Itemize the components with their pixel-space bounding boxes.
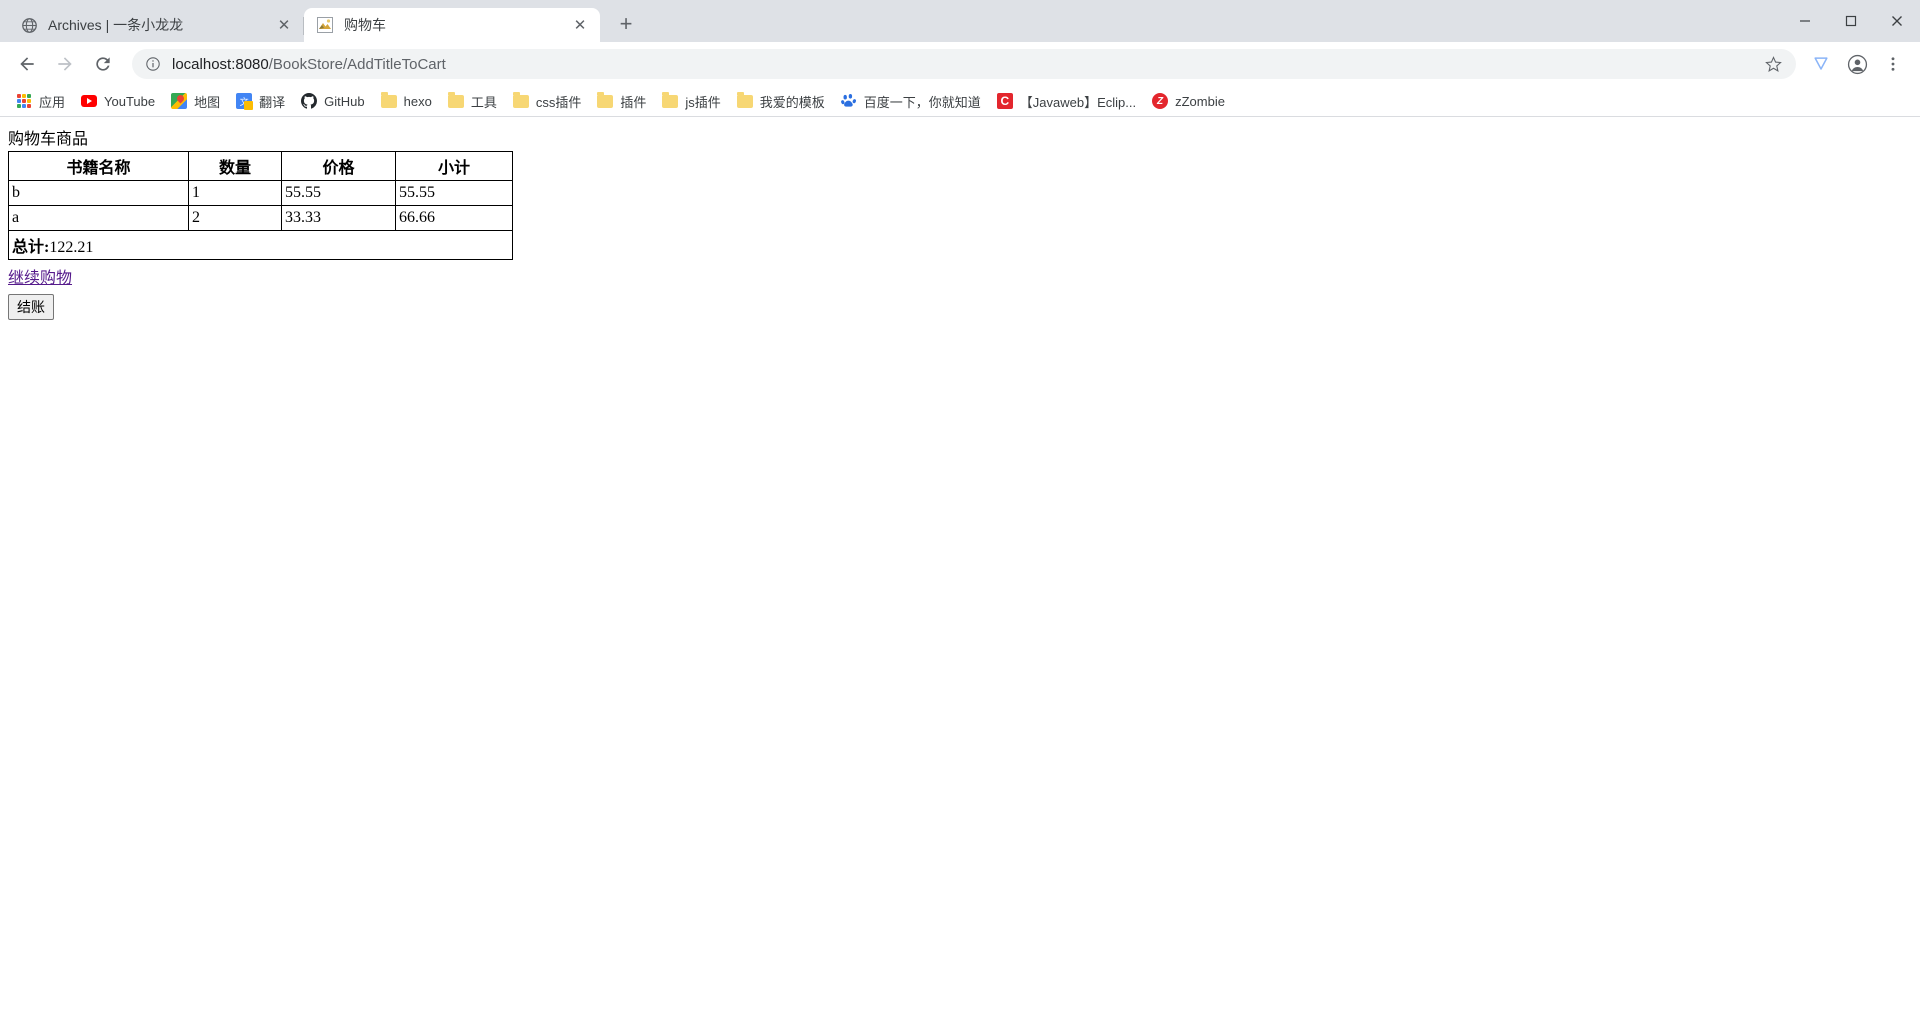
bookmark-label: css插件 bbox=[535, 94, 582, 110]
cart-page: 购物车商品 书籍名称 数量 价格 小计 b 1 55.55 55.55 a 2 … bbox=[0, 117, 1920, 328]
bookmark-css-plugins[interactable]: css插件 bbox=[505, 89, 590, 114]
bookmark-youtube[interactable]: YouTube bbox=[73, 90, 163, 112]
bookmark-label: 【Javaweb】Eclip... bbox=[1019, 94, 1137, 110]
bookmark-label: 我爱的模板 bbox=[759, 94, 825, 110]
bookmark-translate[interactable]: 文 翻译 bbox=[228, 89, 293, 114]
tab-archives[interactable]: Archives | 一条小龙龙 ✕ bbox=[8, 8, 304, 42]
bookmark-label: 应用 bbox=[39, 94, 66, 110]
bookmark-label: 插件 bbox=[620, 94, 647, 110]
page-title: 购物车商品 bbox=[8, 131, 89, 148]
tab-strip: Archives | 一条小龙龙 ✕ 购物车 ✕ + bbox=[0, 0, 1920, 42]
csdn-icon: C bbox=[996, 93, 1013, 109]
checkout-row: 结账 bbox=[8, 294, 1912, 320]
bookmark-label: js插件 bbox=[685, 94, 721, 110]
page-icon bbox=[316, 16, 334, 34]
column-header-subtotal: 小计 bbox=[395, 151, 513, 181]
url-path: /BookStore/AddTitleToCart bbox=[268, 55, 446, 73]
tab-title: Archives | 一条小龙龙 bbox=[48, 17, 184, 33]
back-button[interactable] bbox=[10, 47, 44, 81]
column-header-quantity: 数量 bbox=[188, 151, 282, 181]
table-row: a 2 33.33 66.66 bbox=[8, 205, 513, 231]
cell-quantity: 2 bbox=[188, 205, 282, 231]
browser-menu-icon[interactable] bbox=[1876, 47, 1910, 81]
cell-price: 55.55 bbox=[281, 180, 396, 206]
bookmark-label: YouTube bbox=[104, 93, 156, 109]
bookmark-hexo[interactable]: hexo bbox=[373, 90, 440, 112]
forward-button[interactable] bbox=[48, 47, 82, 81]
bookmark-baidu[interactable]: 百度一下，你就知道 bbox=[833, 89, 989, 114]
folder-icon bbox=[512, 91, 529, 109]
maximize-button[interactable] bbox=[1828, 0, 1874, 42]
folder-icon bbox=[447, 91, 464, 109]
page-viewport: 购物车商品 书籍名称 数量 价格 小计 b 1 55.55 55.55 a 2 … bbox=[0, 117, 1920, 1024]
bookmark-zzombie[interactable]: Z zZombie bbox=[1144, 90, 1233, 112]
window-controls bbox=[1782, 0, 1920, 42]
minimize-button[interactable] bbox=[1782, 0, 1828, 42]
new-tab-button[interactable]: + bbox=[610, 8, 642, 40]
table-row: b 1 55.55 55.55 bbox=[8, 180, 513, 206]
browser-toolbar: localhost:8080/BookStore/AddTitleToCart bbox=[0, 42, 1920, 86]
folder-icon bbox=[662, 91, 679, 109]
column-header-price: 价格 bbox=[281, 151, 396, 181]
close-icon[interactable]: ✕ bbox=[570, 15, 590, 35]
tab-shopping-cart[interactable]: 购物车 ✕ bbox=[304, 8, 600, 42]
cell-book-name: a bbox=[8, 205, 189, 231]
bookmark-label: 百度一下，你就知道 bbox=[863, 94, 981, 110]
baidu-icon bbox=[840, 93, 857, 109]
site-info-icon[interactable] bbox=[144, 55, 162, 73]
table-total-row: 总计:122.21 bbox=[8, 230, 513, 260]
folder-icon bbox=[597, 91, 614, 109]
bookmark-label: hexo bbox=[403, 93, 432, 109]
apps-grid-icon bbox=[16, 93, 32, 109]
total-label: 总计: bbox=[12, 239, 50, 256]
folder-icon bbox=[380, 91, 397, 109]
github-icon bbox=[301, 93, 318, 109]
profile-avatar-icon[interactable] bbox=[1840, 47, 1874, 81]
url-host: localhost:8080 bbox=[172, 55, 269, 73]
browser-window: Archives | 一条小龙龙 ✕ 购物车 ✕ + localhost:808… bbox=[0, 0, 1920, 1024]
close-window-button[interactable] bbox=[1874, 0, 1920, 42]
close-icon[interactable]: ✕ bbox=[274, 15, 294, 35]
cart-total: 总计:122.21 bbox=[8, 230, 513, 260]
cart-table: 书籍名称 数量 价格 小计 b 1 55.55 55.55 a 2 33.33 … bbox=[8, 151, 513, 260]
bookmark-my-templates[interactable]: 我爱的模板 bbox=[729, 89, 833, 114]
cell-quantity: 1 bbox=[188, 180, 282, 206]
table-header-row: 书籍名称 数量 价格 小计 bbox=[8, 151, 513, 181]
globe-icon bbox=[20, 16, 38, 34]
bookmark-javaweb-eclipse[interactable]: C 【Javaweb】Eclip... bbox=[989, 89, 1144, 114]
tab-title: 购物车 bbox=[344, 17, 386, 33]
column-header-name: 书籍名称 bbox=[8, 151, 189, 181]
zzombie-icon: Z bbox=[1152, 93, 1169, 109]
total-value: 122.21 bbox=[49, 239, 94, 256]
cell-subtotal: 66.66 bbox=[395, 205, 513, 231]
extension-icon[interactable] bbox=[1804, 47, 1838, 81]
reload-button[interactable] bbox=[86, 47, 120, 81]
bookmark-label: GitHub bbox=[324, 93, 365, 109]
bookmark-label: 地图 bbox=[194, 94, 221, 110]
url-text: localhost:8080/BookStore/AddTitleToCart bbox=[172, 56, 1762, 73]
bookmark-github[interactable]: GitHub bbox=[293, 90, 372, 112]
cell-subtotal: 55.55 bbox=[395, 180, 513, 206]
bookmark-tools[interactable]: 工具 bbox=[440, 89, 505, 114]
bookmarks-bar: 应用 YouTube 地图 文 翻译 GitHub hexo 工具 css插件 … bbox=[0, 86, 1920, 117]
cell-price: 33.33 bbox=[281, 205, 396, 231]
bookmark-apps[interactable]: 应用 bbox=[8, 89, 73, 114]
bookmark-js-plugins[interactable]: js插件 bbox=[654, 89, 728, 114]
bookmark-maps[interactable]: 地图 bbox=[163, 89, 228, 114]
continue-shopping-row: 继续购物 bbox=[8, 260, 1912, 288]
cell-book-name: b bbox=[8, 180, 189, 206]
google-maps-icon bbox=[171, 93, 188, 109]
folder-icon bbox=[736, 91, 753, 109]
bookmark-label: zZombie bbox=[1175, 93, 1225, 109]
bookmark-plugins[interactable]: 插件 bbox=[589, 89, 654, 114]
youtube-icon bbox=[81, 93, 98, 109]
continue-shopping-link[interactable]: 继续购物 bbox=[8, 264, 72, 288]
bookmark-label: 工具 bbox=[470, 94, 497, 110]
checkout-button[interactable]: 结账 bbox=[8, 294, 54, 320]
bookmark-star-icon[interactable] bbox=[1762, 53, 1784, 75]
address-bar[interactable]: localhost:8080/BookStore/AddTitleToCart bbox=[132, 49, 1796, 79]
toolbar-actions bbox=[1802, 47, 1910, 81]
google-translate-icon: 文 bbox=[236, 93, 254, 110]
bookmark-label: 翻译 bbox=[259, 94, 286, 110]
